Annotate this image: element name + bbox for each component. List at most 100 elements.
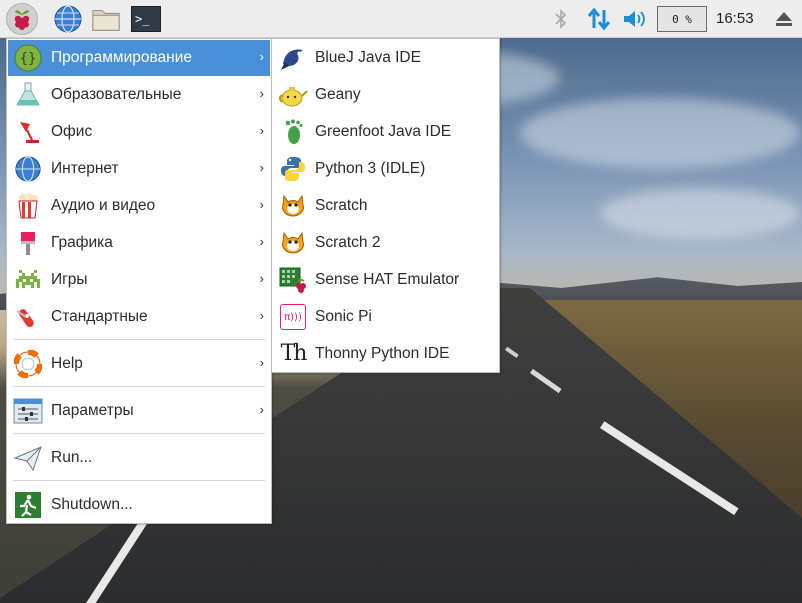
menu-item-label: Help	[51, 355, 83, 372]
main-menu: {} Программирование › Образовательные › …	[6, 38, 272, 524]
submenu-item-label: Scratch	[315, 197, 368, 214]
office-lamp-icon	[13, 117, 43, 147]
terminal-icon: >_	[131, 6, 161, 32]
submenu-arrow-icon: ›	[259, 402, 264, 417]
python-icon	[278, 154, 308, 184]
web-browser-launcher[interactable]	[53, 4, 83, 34]
volume-tray-button[interactable]	[620, 0, 650, 38]
menu-item-label: Образовательные	[51, 86, 182, 103]
terminal-launcher[interactable]: >_	[131, 4, 161, 34]
paper-plane-icon	[13, 443, 43, 473]
menu-item-label: Графика	[51, 234, 113, 251]
menu-item-shutdown[interactable]: Shutdown...	[8, 487, 270, 523]
network-updown-icon	[587, 7, 611, 31]
menu-item-label: Параметры	[51, 402, 134, 419]
submenu-arrow-icon: ›	[259, 49, 264, 64]
submenu-item-label: Thonny Python IDE	[315, 345, 450, 362]
paintbrush-icon	[13, 228, 43, 258]
menu-item-label: Стандартные	[51, 308, 148, 325]
programming-submenu: BlueJ Java IDE Geany Greenfoot Java IDE …	[271, 38, 500, 373]
menu-item-label: Офис	[51, 123, 93, 140]
raspberry-menu-button[interactable]	[6, 3, 38, 35]
submenu-item-label: Geany	[315, 86, 361, 103]
menu-item-internet[interactable]: Интернет ›	[8, 151, 270, 187]
menu-item-education[interactable]: Образовательные ›	[8, 77, 270, 113]
geany-teapot-icon	[278, 80, 308, 110]
popcorn-icon	[13, 191, 43, 221]
menu-item-label: Run...	[51, 449, 93, 466]
menu-item-accessories[interactable]: Стандартные ›	[8, 299, 270, 335]
network-tray-button[interactable]	[584, 0, 614, 38]
sonic-pi-glyph: π)))	[284, 311, 302, 323]
wallpaper-cloud	[600, 188, 800, 238]
submenu-item-label: Python 3 (IDLE)	[315, 160, 426, 177]
submenu-item-label: Scratch 2	[315, 234, 381, 251]
education-flask-icon	[13, 80, 43, 110]
menu-item-run[interactable]: Run...	[8, 440, 270, 476]
menu-item-label: Аудио и видео	[51, 197, 156, 214]
menu-item-graphics[interactable]: Графика ›	[8, 225, 270, 261]
eject-tray-button[interactable]	[770, 0, 798, 38]
terminal-prompt-glyph: >_	[135, 12, 150, 26]
swiss-knife-icon	[13, 302, 43, 332]
submenu-arrow-icon: ›	[259, 197, 264, 212]
submenu-item-label: Greenfoot Java IDE	[315, 123, 452, 140]
menu-item-audio-video[interactable]: Аудио и видео ›	[8, 188, 270, 224]
space-invader-icon	[13, 265, 43, 295]
globe-icon	[54, 5, 82, 33]
bluej-bird-icon	[278, 43, 308, 73]
thonny-icon: Th	[278, 339, 308, 369]
menu-item-office[interactable]: Офис ›	[8, 114, 270, 150]
submenu-arrow-icon: ›	[259, 123, 264, 138]
submenu-item-scratch[interactable]: Scratch	[273, 188, 498, 224]
thonny-glyph: Th	[280, 341, 308, 366]
globe-icon	[13, 154, 43, 184]
submenu-arrow-icon: ›	[259, 160, 264, 175]
eject-icon	[776, 12, 792, 26]
menu-separator	[13, 433, 265, 434]
sonic-pi-icon: π)))	[278, 302, 308, 332]
bluetooth-tray-button[interactable]	[549, 0, 573, 38]
menu-separator	[13, 339, 265, 340]
submenu-arrow-icon: ›	[259, 86, 264, 101]
menu-item-games[interactable]: Игры ›	[8, 262, 270, 298]
menu-item-label: Интернет	[51, 160, 119, 177]
file-manager-launcher[interactable]	[91, 4, 121, 34]
submenu-item-label: Sense HAT Emulator	[315, 271, 460, 288]
menu-item-label: Игры	[51, 271, 88, 288]
submenu-item-scratch2[interactable]: Scratch 2	[273, 225, 498, 261]
submenu-item-thonny[interactable]: Th Thonny Python IDE	[273, 336, 498, 372]
svg-text:{}: {}	[20, 51, 37, 67]
submenu-item-geany[interactable]: Geany	[273, 77, 498, 113]
top-panel: >_ 0 % 16:53	[0, 0, 802, 38]
submenu-item-sonic-pi[interactable]: π))) Sonic Pi	[273, 299, 498, 335]
menu-item-preferences[interactable]: Параметры ›	[8, 393, 270, 429]
submenu-item-label: Sonic Pi	[315, 308, 372, 325]
exit-running-man-icon	[13, 490, 43, 520]
menu-separator	[13, 386, 265, 387]
preferences-sliders-icon	[13, 396, 43, 426]
wallpaper-cloud	[520, 98, 800, 168]
submenu-arrow-icon: ›	[259, 308, 264, 323]
sense-hat-icon	[278, 265, 308, 295]
submenu-arrow-icon: ›	[259, 234, 264, 249]
submenu-item-python3-idle[interactable]: Python 3 (IDLE)	[273, 151, 498, 187]
raspberry-icon	[14, 10, 30, 30]
clock[interactable]: 16:53	[716, 0, 754, 38]
menu-item-help[interactable]: Help ›	[8, 346, 270, 382]
submenu-item-label: BlueJ Java IDE	[315, 49, 421, 66]
bluetooth-icon	[555, 9, 567, 29]
menu-item-label: Shutdown...	[51, 496, 133, 513]
menu-item-programming[interactable]: {} Программирование ›	[8, 40, 270, 76]
programming-icon: {}	[13, 43, 43, 73]
cpu-usage-value: 0 %	[672, 12, 692, 26]
cpu-usage-monitor[interactable]: 0 %	[657, 6, 707, 32]
submenu-item-greenfoot[interactable]: Greenfoot Java IDE	[273, 114, 498, 150]
folder-icon	[92, 10, 120, 31]
submenu-item-sense-hat[interactable]: Sense HAT Emulator	[273, 262, 498, 298]
lifebuoy-icon	[13, 349, 43, 379]
submenu-item-bluej[interactable]: BlueJ Java IDE	[273, 40, 498, 76]
menu-item-label: Программирование	[51, 49, 193, 66]
scratch2-cat-icon	[278, 228, 308, 258]
submenu-arrow-icon: ›	[259, 355, 264, 370]
